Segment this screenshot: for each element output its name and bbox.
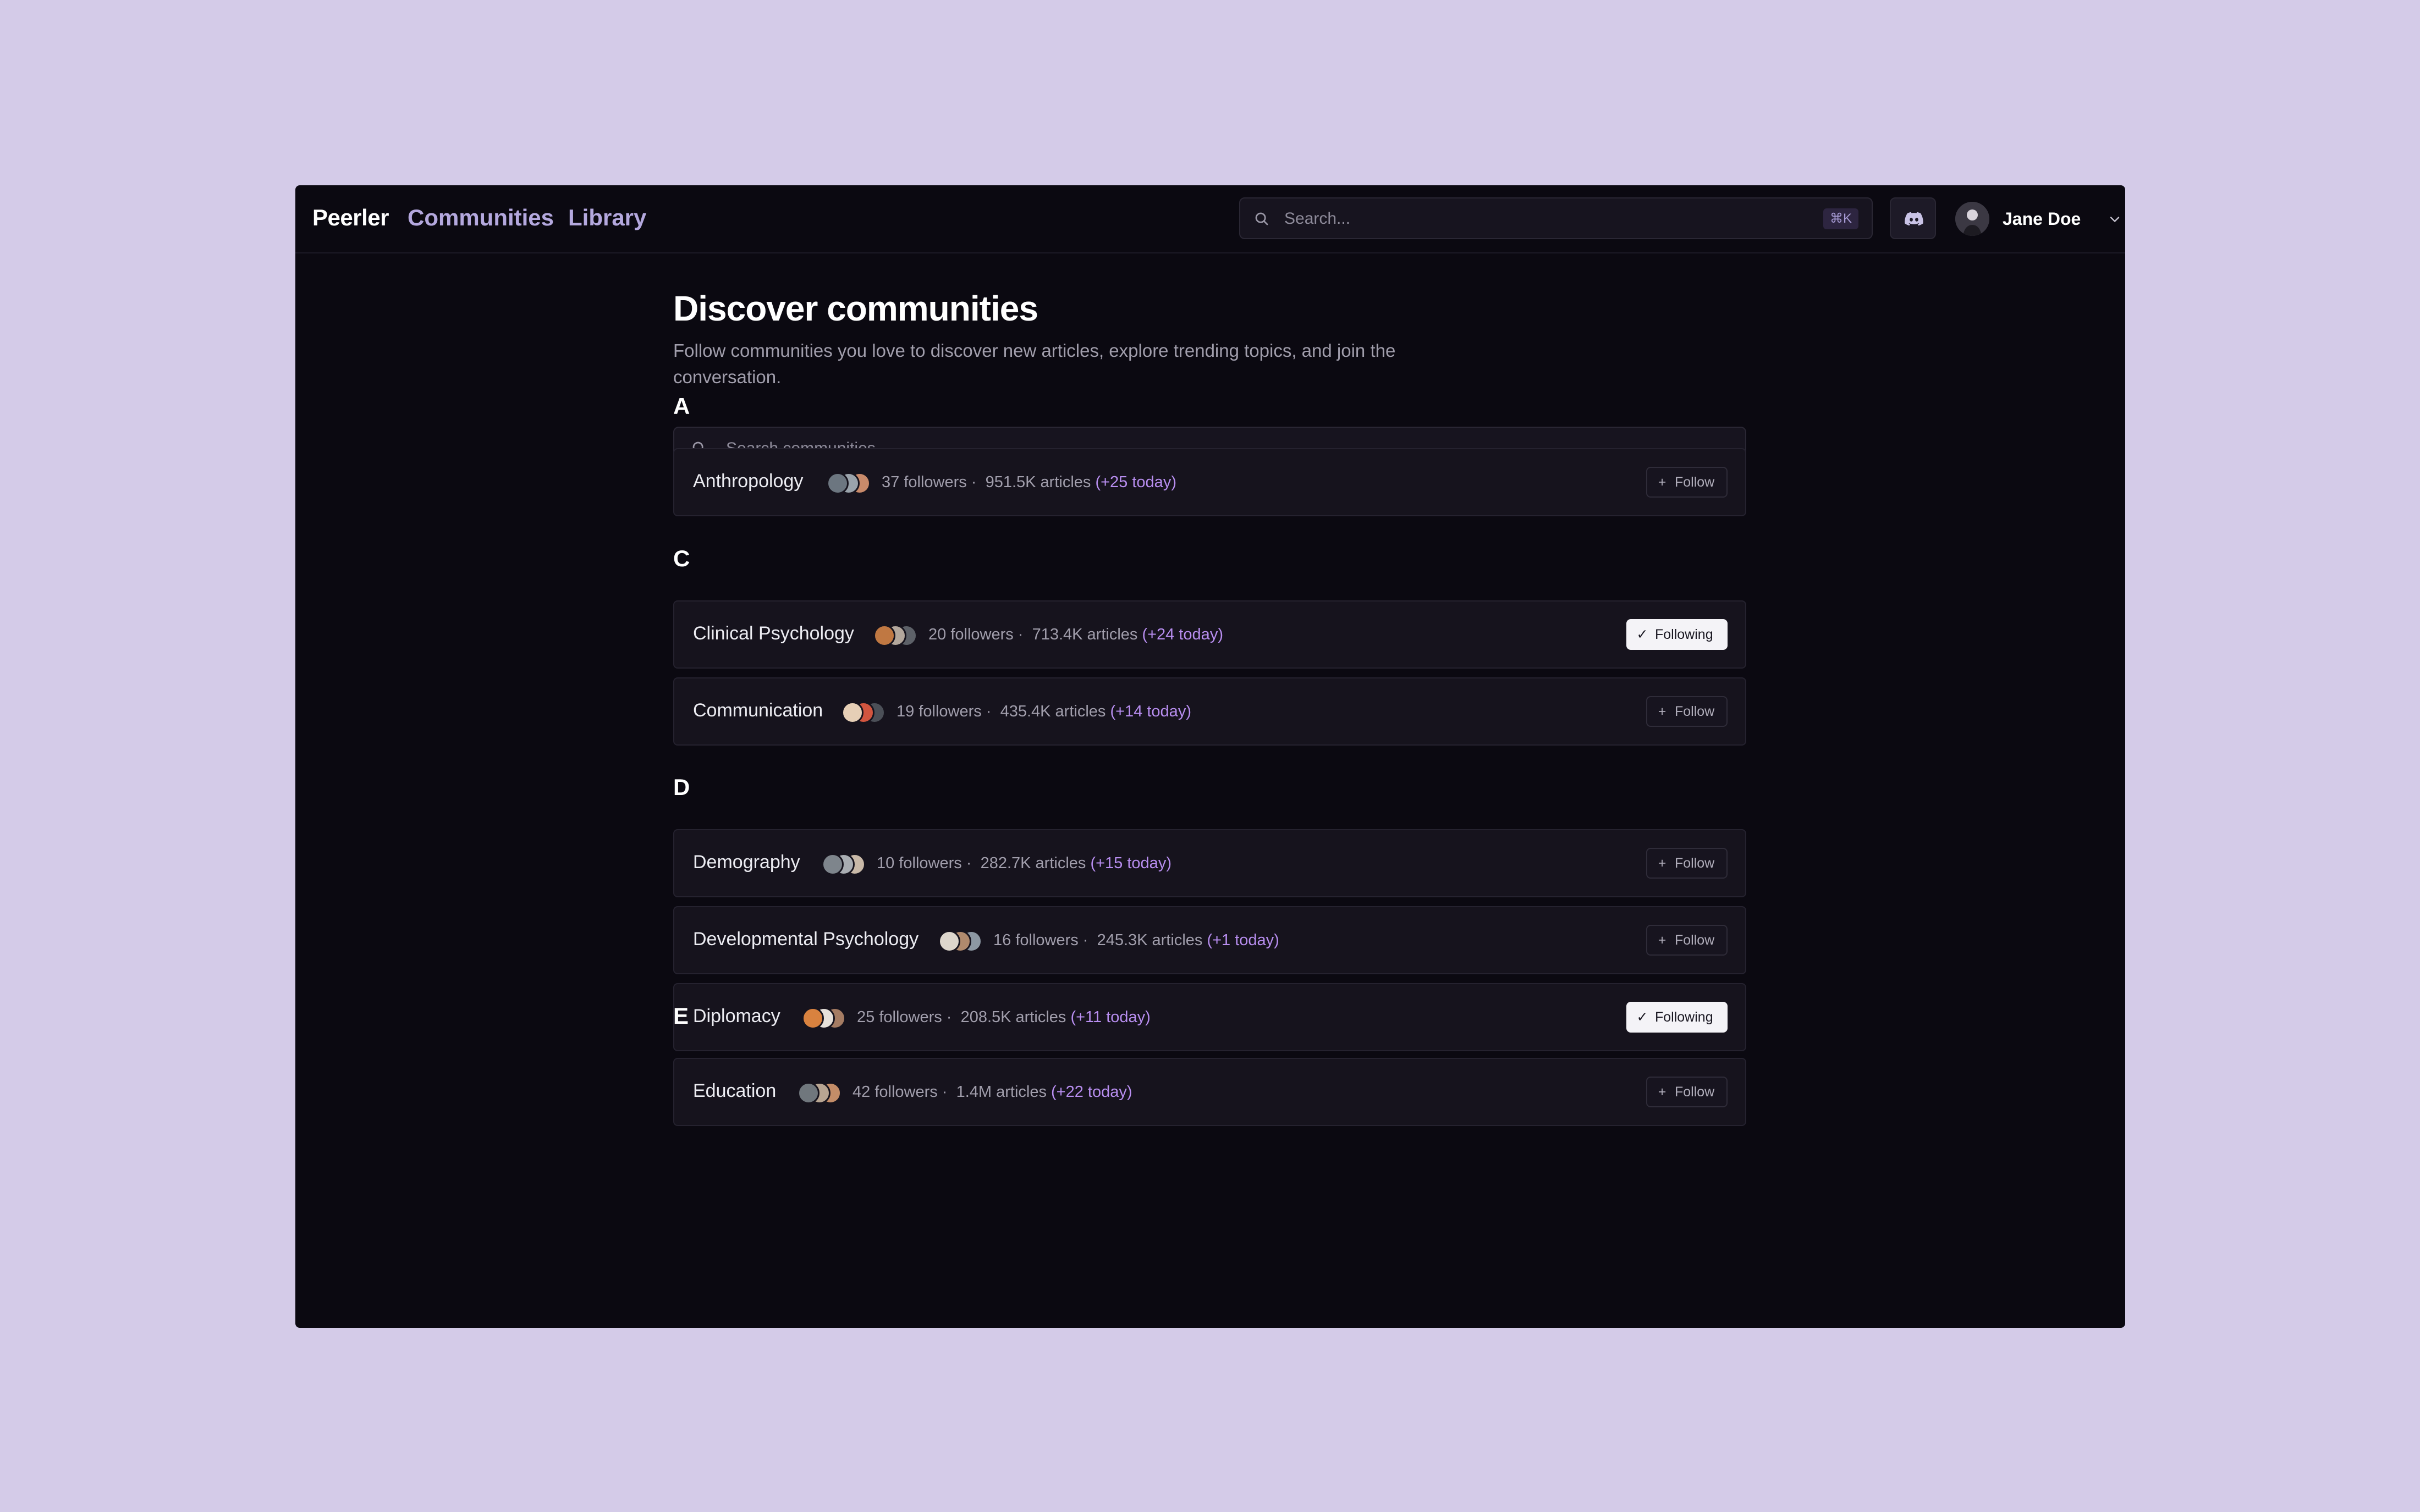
button-label: Following [1655, 627, 1713, 642]
community-card-communication[interactable]: Communication 19 followers · 435.4K artic… [673, 677, 1746, 746]
articles-count: 1.4M articles [956, 1083, 1047, 1101]
keyboard-shortcut-badge: ⌘K [1823, 208, 1858, 229]
plus-icon: + [1658, 474, 1667, 490]
follower-avatars [822, 853, 871, 875]
button-label: Follow [1675, 932, 1715, 948]
user-avatar [1955, 202, 1989, 236]
follower-avatar [798, 1082, 820, 1104]
articles-count: 282.7K articles [980, 854, 1086, 872]
follower-avatar [842, 702, 864, 724]
follow-button[interactable]: + Follow [1646, 467, 1728, 498]
community-stats: 20 followers · 713.4K articles (+24 toda… [928, 626, 1223, 644]
global-search-placeholder: Search... [1284, 209, 1351, 228]
plus-icon: + [1658, 704, 1667, 719]
follower-avatars [842, 702, 891, 724]
community-name[interactable]: Communication [693, 700, 823, 721]
button-label: Follow [1675, 474, 1715, 490]
community-stats: 25 followers · 208.5K articles (+11 toda… [857, 1008, 1151, 1027]
follower-avatars [798, 1082, 847, 1104]
top-navigation-bar: Peerler Communities Library Search... ⌘K… [295, 185, 2125, 253]
global-search-input[interactable]: Search... ⌘K [1239, 197, 1873, 239]
follower-avatars [827, 472, 876, 494]
follower-avatar [822, 853, 844, 875]
page-subtitle: Follow communities you love to discover … [673, 340, 1396, 387]
follower-avatars [938, 930, 988, 952]
button-label: Follow [1675, 704, 1715, 719]
community-stats: 10 followers · 282.7K articles (+15 toda… [877, 854, 1172, 873]
articles-count: 713.4K articles [1032, 626, 1138, 643]
button-label: Follow [1675, 856, 1715, 871]
follower-avatar [938, 930, 960, 952]
community-name[interactable]: Demography [693, 852, 800, 873]
follow-button[interactable]: + Follow [1646, 696, 1728, 727]
button-label: Follow [1675, 1084, 1715, 1100]
community-name[interactable]: Education [693, 1080, 776, 1102]
followers-count: 10 followers · [877, 854, 981, 872]
community-stats: 16 followers · 245.3K articles (+1 today… [993, 931, 1279, 950]
community-stats: 19 followers · 435.4K articles (+14 toda… [897, 703, 1191, 721]
follow-button[interactable]: + Follow [1646, 925, 1728, 956]
follow-button[interactable]: + Follow [1646, 1077, 1728, 1107]
followers-count: 25 followers · [857, 1008, 961, 1026]
community-stats: 42 followers · 1.4M articles (+22 today) [853, 1083, 1132, 1101]
follower-avatars [802, 1007, 851, 1029]
articles-today-count: (+1 today) [1202, 931, 1279, 949]
follow-button[interactable]: + Follow [1646, 848, 1728, 879]
community-card-demography[interactable]: Demography 10 followers · 282.7K articles… [673, 829, 1746, 897]
articles-count: 208.5K articles [960, 1008, 1066, 1026]
check-icon: ✓ [1636, 627, 1648, 642]
check-icon: ✓ [1636, 1009, 1648, 1025]
followers-count: 37 followers · [882, 473, 986, 491]
nav-library[interactable]: Library [568, 205, 646, 231]
user-name: Jane Doe [2003, 209, 2081, 229]
nav-communities[interactable]: Communities [408, 205, 554, 231]
section-letter-d: D [673, 774, 690, 800]
articles-today-count: (+25 today) [1091, 473, 1176, 491]
articles-count: 951.5K articles [985, 473, 1091, 491]
articles-count: 435.4K articles [1000, 703, 1106, 720]
community-name[interactable]: Developmental Psychology [693, 929, 919, 950]
community-name[interactable]: Anthropology [693, 471, 803, 492]
community-card-clinical-psychology[interactable]: Clinical Psychology 20 followers · 713.4K… [673, 600, 1746, 669]
button-label: Following [1655, 1009, 1713, 1025]
community-card-developmental-psychology[interactable]: Developmental Psychology 16 followers · 2… [673, 906, 1746, 974]
followers-count: 42 followers · [853, 1083, 956, 1101]
following-button[interactable]: ✓ Following [1626, 619, 1728, 650]
articles-today-count: (+22 today) [1046, 1083, 1132, 1101]
community-stats: 37 followers · 951.5K articles (+25 toda… [882, 473, 1176, 492]
follower-avatars [873, 625, 923, 647]
plus-icon: + [1658, 1084, 1667, 1100]
app-window: Peerler Communities Library Search... ⌘K… [295, 185, 2125, 1328]
community-name[interactable]: Clinical Psychology [693, 623, 854, 644]
articles-today-count: (+11 today) [1066, 1008, 1151, 1026]
follower-avatar [873, 625, 895, 647]
section-letter-a: A [673, 393, 690, 419]
section-letter-c: C [673, 545, 690, 571]
section-letter-e: E [673, 1003, 689, 1029]
follower-avatar [827, 472, 849, 494]
community-name[interactable]: Diplomacy [693, 1006, 780, 1027]
discord-button[interactable] [1890, 197, 1936, 239]
community-card-anthropology[interactable]: Anthropology 37 followers · 951.5K articl… [673, 448, 1746, 516]
plus-icon: + [1658, 856, 1667, 871]
following-button[interactable]: ✓ Following [1626, 1002, 1728, 1033]
community-card-education[interactable]: Education 42 followers · 1.4M articles (+… [673, 1058, 1746, 1126]
followers-count: 20 followers · [928, 626, 1032, 643]
community-card-diplomacy[interactable]: Diplomacy 25 followers · 208.5K articles … [673, 983, 1746, 1051]
articles-today-count: (+15 today) [1086, 854, 1172, 872]
articles-today-count: (+14 today) [1106, 703, 1191, 720]
brand-logo[interactable]: Peerler [312, 205, 389, 231]
chevron-down-icon [2107, 212, 2122, 230]
articles-today-count: (+24 today) [1137, 626, 1223, 643]
page-title: Discover communities [673, 289, 1038, 328]
followers-count: 19 followers · [897, 703, 1000, 720]
articles-count: 245.3K articles [1097, 931, 1203, 949]
plus-icon: + [1658, 932, 1667, 948]
search-icon [1253, 211, 1270, 230]
follower-avatar [802, 1007, 824, 1029]
discord-icon [1905, 212, 1923, 226]
followers-count: 16 followers · [993, 931, 1097, 949]
